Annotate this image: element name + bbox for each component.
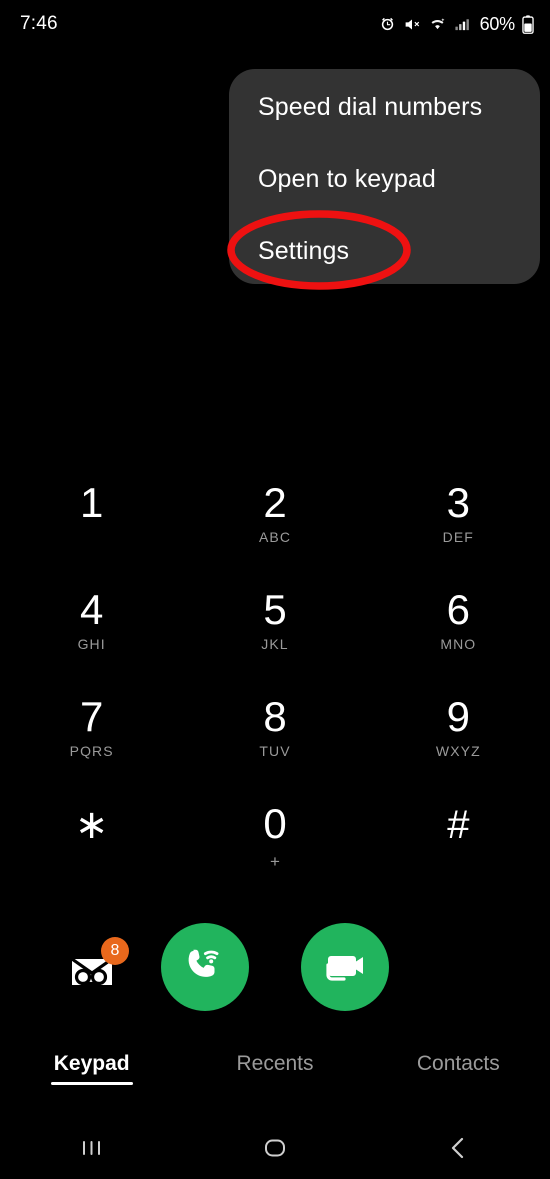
key-digit: # [447,803,470,847]
dialpad-key-3[interactable]: 3 DEF [367,473,550,580]
battery-percent-label: 60% [479,13,516,34]
dialpad-key-5[interactable]: 5 JKL [183,580,366,687]
key-digit: 6 [446,586,470,633]
wifi-icon [428,16,447,33]
key-digit: 2 [263,479,287,526]
menu-item-label: Open to keypad [258,164,436,193]
voicemail-button[interactable]: 8 [66,937,129,997]
menu-item-open-to-keypad[interactable]: Open to keypad [258,143,540,215]
android-navigation-bar [0,1116,550,1179]
key-digit: 5 [263,586,287,633]
status-icon-group: 60% [379,14,534,35]
key-digit: ∗ [74,803,109,847]
tab-label: Recents [236,1052,314,1075]
dialpad-key-4[interactable]: 4 GHI [0,580,183,687]
key-subtext: PQRS [69,743,114,759]
menu-item-speed-dial-numbers[interactable]: Speed dial numbers [258,71,540,143]
dialpad-row: 4 GHI 5 JKL 6 MNO [0,580,550,687]
status-bar: 7:46 60% [0,0,550,48]
tab-active-indicator [234,1082,316,1085]
dialpad-key-9[interactable]: 9 WXYZ [367,687,550,794]
battery-icon [522,14,534,34]
key-digit: 1 [79,479,104,526]
nav-home-button[interactable] [183,1116,366,1179]
call-button[interactable] [161,923,249,1011]
dialpad-row: 1 2 ABC 3 DEF [0,473,550,580]
recents-icon [82,1140,100,1155]
key-digit: 4 [79,586,104,633]
tab-keypad[interactable]: Keypad [0,1052,183,1108]
nav-back-button[interactable] [367,1116,550,1179]
dialpad-key-star[interactable]: ∗ [0,794,183,901]
key-subtext: WXYZ [435,743,481,759]
dialpad-key-8[interactable]: 8 TUV [183,687,366,794]
status-clock: 7:46 [20,13,58,34]
key-subtext: DEF [442,529,474,545]
key-digit: 9 [446,693,470,740]
dialpad-row: 7 PQRS 8 TUV 9 WXYZ [0,687,550,794]
dialpad-row: ∗ 0 + # [0,794,550,901]
key-digit: 8 [263,693,287,740]
key-subtext: GHI [77,636,106,652]
dialpad-key-7[interactable]: 7 PQRS [0,687,183,794]
tab-active-indicator [417,1082,499,1085]
tab-label: Contacts [416,1052,500,1075]
tab-recents[interactable]: Recents [183,1052,366,1108]
phone-app-screen: 7:46 60% Speed dial numbers Open to keyp… [0,0,550,1179]
tab-active-indicator [50,1082,133,1085]
key-digit: 3 [446,479,470,526]
alarm-icon [379,16,396,33]
dialpad: 1 2 ABC 3 DEF 4 GHI 5 JKL 6 MNO 7 PQRS 8… [0,473,550,901]
key-subtext: MNO [440,636,477,652]
dialpad-key-2[interactable]: 2 ABC [183,473,366,580]
overflow-popup-menu: Speed dial numbers Open to keypad Settin… [229,69,540,284]
signal-icon [454,16,471,33]
menu-item-settings[interactable]: Settings [258,215,540,287]
tab-contacts[interactable]: Contacts [367,1052,550,1108]
dialpad-key-hash[interactable]: # [367,794,550,901]
key-subtext: JKL [261,636,289,652]
dialpad-key-0[interactable]: 0 + [183,794,366,901]
nav-recents-button[interactable] [0,1116,183,1179]
menu-item-label: Speed dial numbers [258,92,483,121]
key-digit: 0 [263,800,287,847]
voicemail-badge: 8 [101,937,129,965]
key-subtext: TUV [259,743,291,759]
key-subtext: + [270,852,280,871]
home-icon [264,1139,285,1156]
wifi-call-icon [188,949,219,977]
video-call-button[interactable] [301,923,389,1011]
menu-item-label: Settings [258,236,350,265]
back-icon [452,1137,464,1158]
dialpad-key-1[interactable]: 1 [0,473,183,580]
tab-label: Keypad [53,1052,130,1075]
dialpad-action-row: 8 [0,923,550,1015]
video-camera-icon [326,956,363,981]
dialpad-key-6[interactable]: 6 MNO [367,580,550,687]
key-subtext: ABC [258,529,292,545]
mute-icon [403,16,421,33]
key-digit: 7 [79,693,104,740]
bottom-tab-bar: Keypad Recents Contacts [0,1052,550,1108]
